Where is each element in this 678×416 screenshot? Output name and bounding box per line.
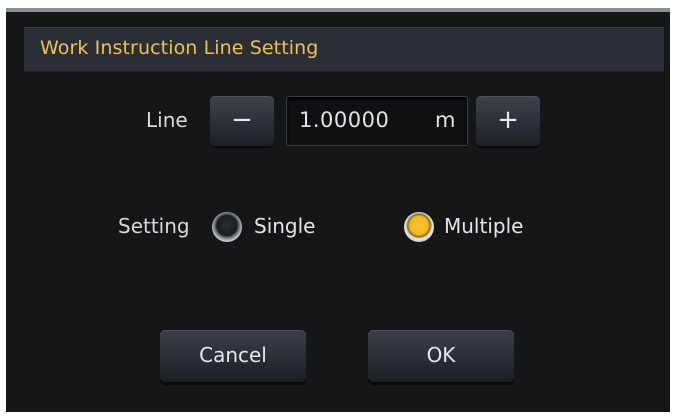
- ok-button[interactable]: OK: [368, 330, 514, 382]
- dialog-title-bar: Work Instruction Line Setting: [24, 27, 664, 72]
- radio-multiple-label[interactable]: Multiple: [444, 214, 523, 238]
- increment-button[interactable]: +: [476, 96, 540, 146]
- decrement-button[interactable]: −: [210, 96, 274, 146]
- cancel-button[interactable]: Cancel: [160, 330, 306, 382]
- dialog-title: Work Instruction Line Setting: [40, 37, 319, 59]
- setting-label: Setting: [118, 214, 190, 238]
- radio-multiple[interactable]: [404, 212, 434, 242]
- dialog: Work Instruction Line Setting Line − 1.0…: [6, 8, 670, 412]
- radio-single[interactable]: [212, 212, 242, 242]
- line-unit: m: [435, 108, 456, 132]
- line-value: 1.00000: [299, 108, 390, 132]
- line-label: Line: [146, 108, 188, 132]
- line-value-field[interactable]: 1.00000 m: [286, 96, 468, 146]
- radio-single-label[interactable]: Single: [254, 214, 315, 238]
